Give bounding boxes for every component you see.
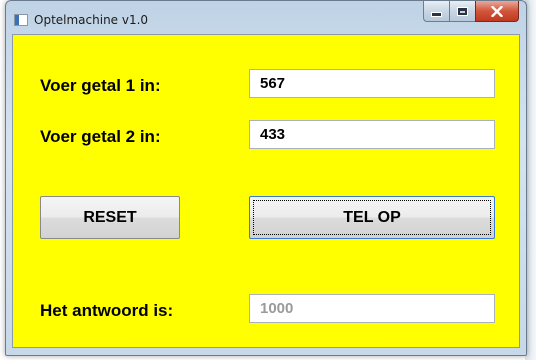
window-title: Optelmachine v1.0 bbox=[34, 13, 149, 27]
close-button[interactable] bbox=[475, 1, 519, 22]
number1-input[interactable]: 567 bbox=[249, 69, 495, 98]
minimize-icon bbox=[431, 11, 442, 17]
reset-button[interactable]: RESET bbox=[40, 196, 180, 239]
number2-input[interactable]: 433 bbox=[249, 120, 495, 149]
answer-label: Het antwoord is: bbox=[40, 301, 174, 320]
answer-field: 1000 bbox=[249, 294, 495, 323]
caption-buttons bbox=[423, 1, 519, 23]
close-icon bbox=[491, 5, 503, 17]
maximize-icon bbox=[457, 6, 468, 16]
add-button[interactable]: TEL OP bbox=[249, 196, 495, 239]
form-area: Voer getal 1 in: 567 Voer getal 2 in: 43… bbox=[12, 34, 520, 348]
number2-label: Voer getal 2 in: bbox=[40, 127, 161, 146]
minimize-button[interactable] bbox=[423, 1, 449, 22]
title-bar[interactable]: Optelmachine v1.0 bbox=[6, 1, 526, 37]
maximize-button[interactable] bbox=[449, 1, 475, 22]
app-window: Optelmachine v1.0 Voer getal 1 in: 567 V… bbox=[5, 0, 527, 356]
number1-label: Voer getal 1 in: bbox=[40, 76, 161, 95]
app-icon bbox=[14, 14, 28, 26]
